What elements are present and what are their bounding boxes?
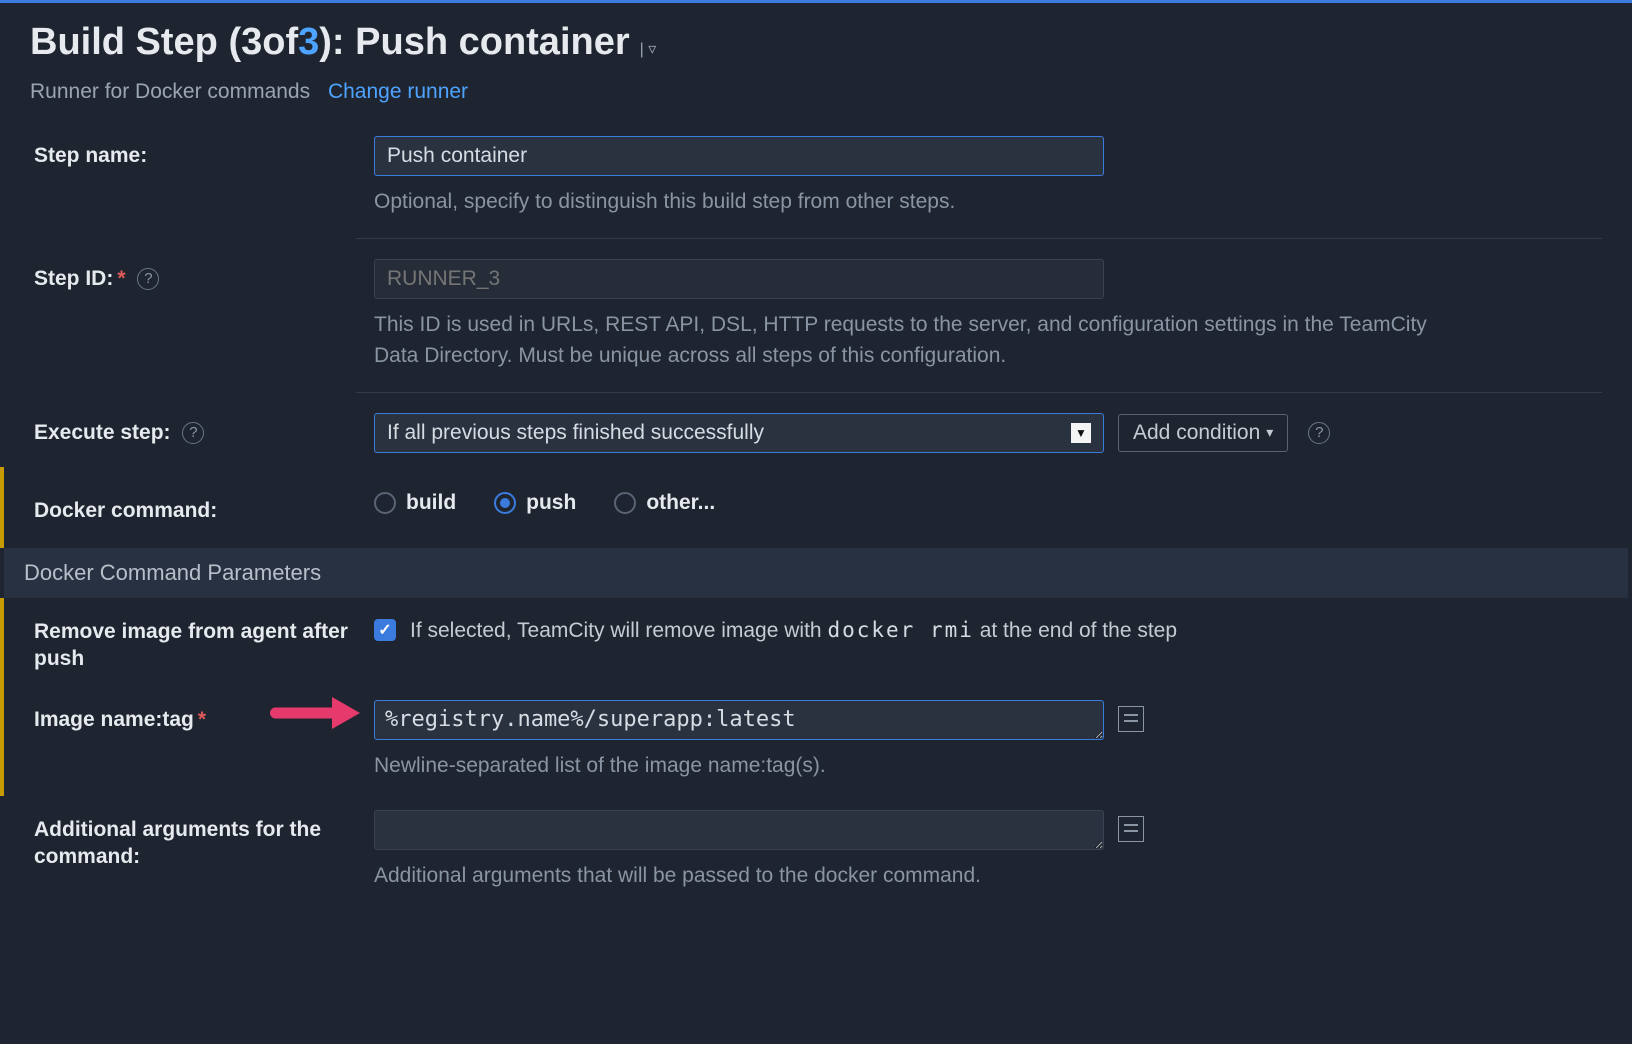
add-condition-button[interactable]: Add condition▾ bbox=[1118, 414, 1288, 452]
help-icon[interactable]: ? bbox=[1308, 422, 1330, 444]
step-id-hint: This ID is used in URLs, REST API, DSL, … bbox=[374, 299, 1434, 372]
image-tag-label: Image name:tag bbox=[34, 708, 194, 731]
step-name-hint: Optional, specify to distinguish this bu… bbox=[374, 176, 1434, 218]
annotation-arrow-icon bbox=[270, 700, 360, 726]
remove-image-checkbox[interactable]: ✓ bbox=[374, 619, 396, 641]
step-name-label: Step name: bbox=[34, 136, 354, 169]
docker-params-section-header: Docker Command Parameters bbox=[4, 548, 1628, 598]
additional-args-input[interactable] bbox=[374, 810, 1104, 850]
remove-image-label: Remove image from agent after push bbox=[34, 612, 354, 673]
additional-args-hint: Additional arguments that will be passed… bbox=[374, 850, 1434, 892]
image-tag-hint: Newline-separated list of the image name… bbox=[374, 740, 1434, 782]
step-id-label: Step ID:* ? bbox=[34, 259, 354, 292]
step-id-input[interactable] bbox=[374, 259, 1104, 299]
docker-cmd-build-radio[interactable]: build bbox=[374, 491, 456, 515]
docker-cmd-other-radio[interactable]: other... bbox=[614, 491, 715, 515]
additional-args-label: Additional arguments for the command: bbox=[34, 810, 354, 871]
help-icon[interactable]: ? bbox=[137, 268, 159, 290]
change-runner-link[interactable]: Change runner bbox=[316, 80, 468, 103]
page-title: Build Step (3 of 3): Push container | ▿ bbox=[30, 21, 1602, 64]
expand-editor-icon[interactable] bbox=[1118, 816, 1144, 842]
chevron-down-icon: ▼ bbox=[1071, 423, 1091, 443]
expand-editor-icon[interactable] bbox=[1118, 706, 1144, 732]
remove-image-description: If selected, TeamCity will remove image … bbox=[410, 618, 1177, 643]
runner-description: Runner for Docker commands bbox=[30, 80, 310, 103]
help-icon[interactable]: ? bbox=[182, 422, 204, 444]
image-tag-input[interactable]: %registry.name%/superapp:latest bbox=[374, 700, 1104, 740]
step-name-input[interactable] bbox=[374, 136, 1104, 176]
execute-step-select[interactable]: If all previous steps finished successfu… bbox=[374, 413, 1104, 453]
docker-command-label: Docker command: bbox=[34, 491, 354, 524]
docker-cmd-push-radio[interactable]: push bbox=[494, 491, 576, 515]
execute-step-label: Execute step: ? bbox=[34, 413, 354, 446]
title-menu-toggle[interactable]: | ▿ bbox=[630, 39, 657, 59]
